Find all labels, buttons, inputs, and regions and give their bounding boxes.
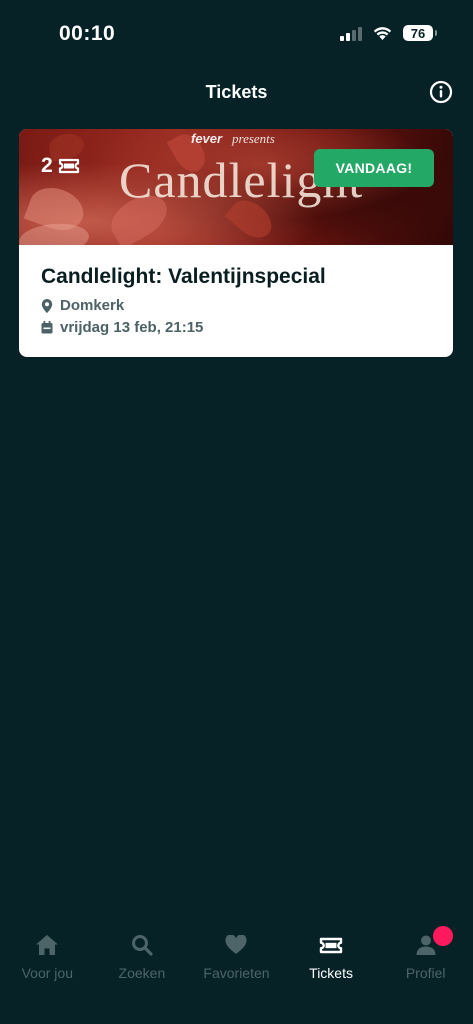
- search-icon: [131, 935, 153, 956]
- tab-label: Voor jou: [21, 965, 73, 981]
- event-location: Domkerk: [41, 297, 431, 314]
- location-pin-icon: [41, 298, 53, 313]
- bottom-tab-bar: Voor jou Zoeken Favorieten Tickets Profi…: [0, 920, 473, 1024]
- event-title: Candlelight: Valentijnspecial: [41, 265, 326, 288]
- status-bar: 00:10 76: [0, 0, 473, 70]
- date-text: vrijdag 13 feb, 21:15: [60, 319, 204, 336]
- fever-brand-text: fever: [191, 131, 223, 146]
- cellular-signal-icon: [340, 25, 362, 41]
- location-text: Domkerk: [60, 297, 125, 314]
- app-screen: 00:10 76 Tickets fever presents Candleli…: [0, 0, 473, 1024]
- home-icon: [36, 935, 59, 955]
- ticket-icon: [319, 937, 343, 953]
- info-icon: [429, 80, 453, 104]
- event-date: vrijdag 13 feb, 21:15: [41, 319, 431, 336]
- status-icons: 76: [340, 25, 437, 41]
- status-time: 00:10: [59, 22, 116, 45]
- page-title: Tickets: [205, 82, 268, 102]
- today-badge: VANDAAG!: [314, 149, 434, 187]
- tab-zoeken[interactable]: Zoeken: [95, 920, 189, 1024]
- notification-dot: [432, 926, 453, 946]
- tab-label: Profiel: [405, 965, 446, 981]
- tab-profiel[interactable]: Profiel: [379, 920, 473, 1024]
- presents-text: presents: [232, 131, 275, 146]
- battery-indicator: 76: [403, 25, 437, 41]
- ticket-details: Candlelight: Valentijnspecial Domkerk vr…: [19, 245, 453, 336]
- heart-icon: [225, 935, 248, 954]
- battery-level: 76: [410, 25, 426, 41]
- header: Tickets: [0, 70, 473, 114]
- tab-favorieten[interactable]: Favorieten: [189, 920, 283, 1024]
- wifi-icon: [373, 27, 392, 40]
- calendar-icon: [41, 321, 53, 334]
- ticket-icon: [58, 158, 79, 174]
- event-banner-image: fever presents Candlelight 2 VANDAAG!: [19, 129, 453, 245]
- tab-label: Zoeken: [118, 965, 166, 981]
- ticket-count-number: 2: [41, 154, 53, 177]
- info-button[interactable]: [429, 80, 453, 104]
- tab-voor-jou[interactable]: Voor jou: [0, 920, 94, 1024]
- ticket-count: 2: [41, 154, 80, 178]
- tab-label: Tickets: [309, 965, 353, 981]
- ticket-card[interactable]: fever presents Candlelight 2 VANDAAG! Ca…: [19, 129, 453, 357]
- tab-label: Favorieten: [203, 965, 270, 981]
- tab-tickets[interactable]: Tickets: [284, 920, 378, 1024]
